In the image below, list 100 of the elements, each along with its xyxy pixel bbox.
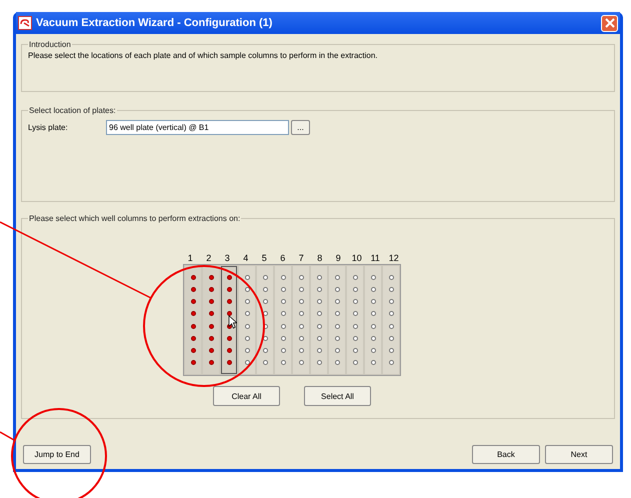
well-column[interactable] [239, 266, 255, 374]
well-dot [280, 360, 286, 366]
well-dot [280, 299, 286, 304]
well-column[interactable] [203, 266, 219, 374]
column-number: 2 [205, 253, 212, 263]
well-dot [298, 299, 304, 304]
column-number: 4 [242, 253, 250, 263]
well-dot [334, 299, 340, 304]
well-column[interactable] [275, 266, 291, 374]
well-dot [244, 274, 250, 280]
column-number: 11 [370, 253, 381, 263]
well-dot [370, 274, 376, 280]
cursor-icon [228, 315, 237, 329]
well-dot [334, 311, 340, 316]
well-dot [352, 311, 358, 316]
jump-to-end-button[interactable]: Jump to End [23, 445, 91, 464]
well-column[interactable] [383, 266, 399, 374]
well-dot [316, 324, 322, 329]
well-dot [334, 360, 340, 366]
well-dot [226, 360, 232, 366]
well-dot [280, 348, 286, 354]
well-dot [244, 348, 250, 354]
well-dot [262, 274, 268, 280]
column-number: 1 [186, 253, 194, 263]
browse-button[interactable]: ... [291, 120, 310, 135]
well-dot [352, 360, 358, 366]
well-dot [244, 324, 250, 329]
well-dot [352, 336, 358, 341]
well-dot [388, 348, 394, 354]
well-dot [298, 311, 304, 316]
well-dot [226, 299, 232, 304]
well-dot [280, 286, 286, 292]
well-dot [334, 274, 340, 280]
well-dot [262, 360, 268, 366]
well-dot [370, 360, 376, 366]
well-dot [388, 336, 394, 341]
next-button[interactable]: Next [545, 445, 613, 464]
well-dot [370, 311, 376, 316]
well-dot [190, 324, 196, 329]
well-dot [370, 286, 376, 292]
well-dot [244, 360, 250, 366]
well-dot [190, 299, 196, 304]
clear-all-button[interactable]: Clear All [213, 386, 280, 406]
well-dot [352, 299, 358, 304]
well-dot [244, 336, 250, 341]
well-dot [352, 348, 358, 354]
well-dot [226, 274, 232, 280]
group-legend: Please select which well columns to perform extractions on: [28, 214, 242, 223]
well-dot [388, 360, 394, 366]
lysis-plate-field[interactable]: 96 well plate (vertical) @ B1 [106, 120, 289, 135]
well-dot [370, 348, 376, 354]
well-dot [298, 286, 304, 292]
well-dot [298, 274, 304, 280]
well-dot [352, 274, 358, 280]
well-dot [262, 286, 268, 292]
well-column[interactable] [257, 266, 273, 374]
well-dot [208, 286, 214, 292]
app-icon [18, 16, 32, 30]
well-column[interactable] [185, 266, 201, 374]
column-number: 5 [260, 253, 268, 263]
well-column[interactable] [329, 266, 345, 374]
well-dot [352, 324, 358, 329]
well-dot [388, 299, 394, 304]
well-dot [208, 348, 214, 354]
back-button[interactable]: Back [472, 445, 540, 464]
select-all-button[interactable]: Select All [304, 386, 371, 406]
well-dot [280, 311, 286, 316]
well-dot [190, 360, 196, 366]
well-dot [298, 348, 304, 354]
well-dot [226, 286, 232, 292]
well-column[interactable] [293, 266, 309, 374]
column-number: 12 [388, 253, 400, 263]
well-dot [298, 336, 304, 341]
well-dot [388, 286, 394, 292]
well-dot [190, 348, 196, 354]
well-dot [208, 274, 214, 280]
well-dot [388, 274, 394, 280]
close-icon [604, 18, 614, 28]
well-dot [280, 336, 286, 341]
well-column[interactable] [365, 266, 381, 374]
well-column[interactable] [221, 266, 237, 374]
well-dot [226, 348, 232, 354]
well-dot [280, 324, 286, 329]
column-number: 10 [350, 253, 363, 263]
well-dot [388, 311, 394, 316]
column-number: 3 [224, 253, 231, 263]
well-dot [370, 336, 376, 341]
well-dot [316, 360, 322, 366]
window-title: Vacuum Extraction Wizard - Configuration (1) [36, 17, 274, 29]
well-dot [262, 336, 268, 341]
group-legend: Select location of plates: [28, 106, 117, 115]
well-dot [208, 324, 214, 329]
column-number: 6 [279, 253, 286, 263]
well-dot [262, 299, 268, 304]
well-column[interactable] [347, 266, 363, 374]
well-column[interactable] [311, 266, 327, 374]
close-button[interactable] [601, 14, 618, 32]
well-dot [262, 311, 268, 316]
well-dot [244, 299, 250, 304]
well-dot [298, 324, 304, 329]
